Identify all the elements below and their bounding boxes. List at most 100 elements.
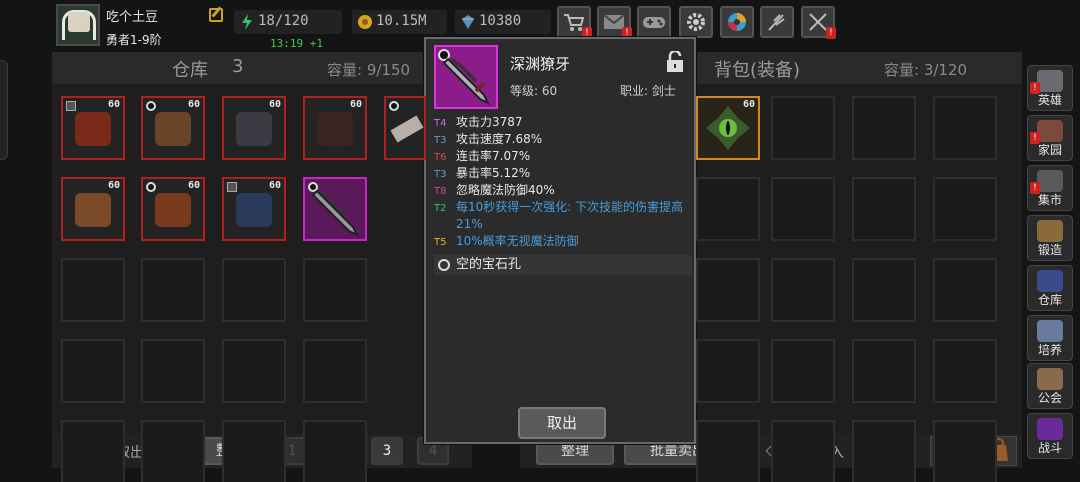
warehouse-item-slot[interactable] bbox=[384, 96, 426, 160]
sidebar-item-label: 战斗 bbox=[1037, 441, 1062, 455]
empty-slot[interactable] bbox=[771, 258, 835, 322]
hero-helmet-icon bbox=[1037, 70, 1063, 92]
attribute-text: 攻击速度7.68% bbox=[456, 132, 543, 146]
warehouse-capacity: 容量: 9/150 bbox=[327, 61, 411, 79]
game-screen: 吃个土豆 勇者1-9阶 18/120 13:19 +1 10.15M 10380… bbox=[0, 0, 1080, 482]
empty-slot[interactable] bbox=[933, 258, 997, 322]
empty-slot[interactable] bbox=[771, 177, 835, 241]
sidebar-item-anvil[interactable]: 锻造 bbox=[1027, 215, 1073, 261]
gem-slot[interactable]: 空的宝石孔 bbox=[434, 255, 692, 275]
empty-slot[interactable] bbox=[933, 96, 997, 160]
item-level-label: 60 bbox=[187, 99, 200, 110]
notification-badge: ! bbox=[1030, 82, 1040, 94]
empty-slot[interactable] bbox=[771, 339, 835, 403]
socket-ring-icon bbox=[389, 101, 399, 111]
empty-slot[interactable] bbox=[852, 420, 916, 482]
left-edge-handle[interactable] bbox=[0, 60, 8, 160]
empty-slot[interactable] bbox=[852, 339, 916, 403]
sidebar-item-market[interactable]: 集市! bbox=[1027, 165, 1073, 211]
gold-stat: 10.15M bbox=[352, 10, 447, 34]
energy-timer: 13:19 +1 bbox=[270, 37, 323, 50]
gamepad-button[interactable] bbox=[637, 6, 671, 38]
gold-value: 10.15M bbox=[376, 13, 427, 29]
empty-slot[interactable] bbox=[933, 420, 997, 482]
backpack-capacity: 容量: 3/120 bbox=[884, 61, 968, 79]
empty-slot[interactable] bbox=[303, 339, 367, 403]
empty-slot[interactable] bbox=[303, 420, 367, 482]
gem-stat: 10380 bbox=[455, 10, 551, 34]
attribute-tier: T3 bbox=[434, 169, 447, 180]
page-3-button[interactable]: 3 bbox=[371, 437, 403, 465]
cultivate-icon bbox=[1037, 320, 1063, 342]
equipment-item-icon bbox=[155, 112, 191, 146]
avatar[interactable] bbox=[56, 4, 100, 46]
empty-slot[interactable] bbox=[852, 177, 916, 241]
item-level-label: 60 bbox=[187, 180, 200, 191]
energy-stat: 18/120 bbox=[234, 10, 342, 34]
feather-icon bbox=[768, 14, 785, 31]
attribute-tier: T2 bbox=[434, 203, 447, 214]
selected-item-slot[interactable] bbox=[303, 177, 367, 241]
gamepad-icon bbox=[643, 17, 665, 28]
sidebar-item-home[interactable]: 家园! bbox=[1027, 115, 1073, 161]
home-icon bbox=[1037, 120, 1063, 142]
empty-slot[interactable] bbox=[696, 177, 760, 241]
avatar-face bbox=[68, 12, 90, 32]
empty-slot[interactable] bbox=[771, 96, 835, 160]
player-rank: 勇者1-9阶 bbox=[106, 33, 162, 47]
item-level: 等级: 60 bbox=[510, 84, 558, 98]
sidebar-item-guild[interactable]: 公会 bbox=[1027, 363, 1073, 409]
empty-slot[interactable] bbox=[222, 258, 286, 322]
sidebar-item-battle-portal[interactable]: 战斗 bbox=[1027, 413, 1073, 459]
empty-slot[interactable] bbox=[696, 258, 760, 322]
sidebar-item-label: 培养 bbox=[1037, 343, 1062, 357]
empty-slot[interactable] bbox=[852, 96, 916, 160]
attribute-tier: T6 bbox=[434, 152, 447, 163]
attribute-text: 暴击率5.12% bbox=[456, 166, 531, 180]
take-out-button[interactable]: 取出 bbox=[518, 407, 606, 439]
sidebar-item-hero-helmet[interactable]: 英雄! bbox=[1027, 65, 1073, 111]
empty-slot[interactable] bbox=[696, 339, 760, 403]
empty-slot[interactable] bbox=[222, 420, 286, 482]
sidebar-item-cultivate[interactable]: 培养 bbox=[1027, 315, 1073, 361]
attribute-line: T3 暴击率5.12% bbox=[434, 165, 690, 183]
backpack-item-slot[interactable]: 60 bbox=[696, 96, 760, 160]
empty-slot[interactable] bbox=[141, 420, 205, 482]
empty-slot[interactable] bbox=[222, 339, 286, 403]
empty-slot[interactable] bbox=[933, 177, 997, 241]
item-name: 深渊獠牙 bbox=[510, 55, 571, 73]
sidebar-item-label: 公会 bbox=[1037, 391, 1062, 405]
color-wheel-icon bbox=[728, 13, 746, 31]
empty-slot[interactable] bbox=[771, 420, 835, 482]
shop-button[interactable]: ! bbox=[557, 6, 592, 39]
attribute-line: T2 每10秒获得一次强化: 下次技能的伤害提高21% bbox=[434, 199, 690, 233]
empty-slot[interactable] bbox=[696, 420, 760, 482]
notification-badge: ! bbox=[1030, 182, 1040, 194]
equipment-item-icon bbox=[317, 112, 353, 146]
market-icon bbox=[1037, 170, 1063, 192]
warehouse-title: 仓库 bbox=[172, 60, 208, 81]
settings-button[interactable] bbox=[679, 6, 713, 38]
crossed-swords-button[interactable]: ! bbox=[801, 6, 836, 39]
item-level-label: 60 bbox=[349, 99, 362, 110]
socket-ring-icon bbox=[146, 101, 156, 111]
socket-ring-icon bbox=[146, 182, 156, 192]
color-wheel-button[interactable] bbox=[720, 6, 754, 38]
empty-slot[interactable] bbox=[141, 258, 205, 322]
edit-name-icon[interactable] bbox=[209, 8, 223, 22]
feather-button[interactable] bbox=[760, 6, 794, 38]
attribute-text: 攻击力3787 bbox=[456, 115, 523, 129]
empty-slot[interactable] bbox=[852, 258, 916, 322]
empty-slot[interactable] bbox=[61, 339, 125, 403]
empty-slot[interactable] bbox=[303, 258, 367, 322]
empty-slot[interactable] bbox=[933, 339, 997, 403]
empty-slot[interactable] bbox=[61, 258, 125, 322]
unlock-icon[interactable] bbox=[666, 51, 684, 73]
mail-button[interactable]: ! bbox=[597, 6, 632, 39]
sidebar-item-warehouse[interactable]: 仓库 bbox=[1027, 265, 1073, 311]
empty-slot[interactable] bbox=[141, 339, 205, 403]
attribute-line: T5 10%概率无视魔法防御 bbox=[434, 233, 690, 251]
empty-slot[interactable] bbox=[61, 420, 125, 482]
attribute-text: 忽略魔法防御40% bbox=[456, 183, 555, 197]
tag-icon bbox=[227, 182, 237, 192]
